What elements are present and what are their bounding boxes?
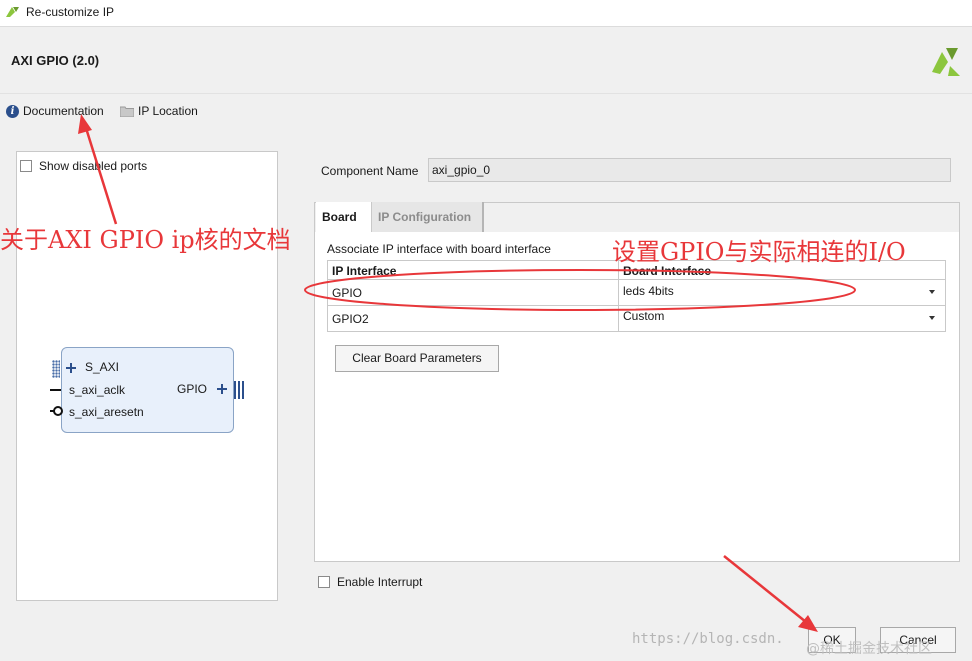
annotation-arrow-ok — [723, 555, 807, 623]
annotation-arrowhead-doc — [78, 114, 92, 134]
annotation-overlay — [78, 114, 856, 632]
annotation-gpio-note: 设置GPIO与实际相连的I/O — [612, 238, 906, 266]
annotation-arrow-doc — [84, 127, 118, 225]
annotation-doc-note: 关于AXI GPIO ip核的文档 — [0, 226, 291, 254]
annotation-ellipse-gpio — [304, 269, 856, 311]
